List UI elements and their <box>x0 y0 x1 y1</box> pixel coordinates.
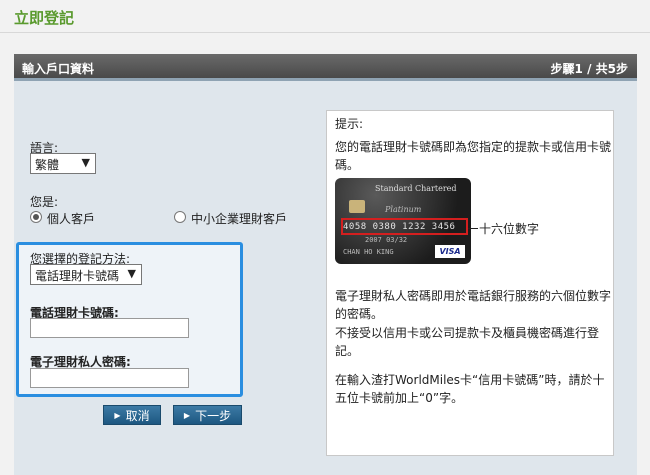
radio-sme-customer-label[interactable]: 中小企業理財客戶 <box>191 210 287 227</box>
card-chip-icon <box>349 200 365 213</box>
tip-not-accepted: 不接受以信用卡或公司提款卡及櫃員機密碼進行登記。 <box>335 326 600 358</box>
phone-card-input[interactable] <box>30 318 189 338</box>
radio-personal-customer-label[interactable]: 個人客戶 <box>47 210 95 227</box>
panel-title: 輸入戶口資料 <box>22 62 95 76</box>
dropdown-arrow-icon: ▼ <box>81 156 90 169</box>
pin-input[interactable] <box>30 368 189 388</box>
next-button[interactable]: ▶ 下一步 <box>173 405 242 425</box>
step-indicator: 步驟1 / 共5步 <box>550 62 628 76</box>
page-title: 立即登記 <box>14 9 75 27</box>
card-brand: Standard Chartered <box>375 184 457 193</box>
card-callout-label: 十六位數字 <box>479 222 540 236</box>
visa-logo: VISA <box>435 245 465 258</box>
tip-worldmiles: 在輸入渣打WorldMiles卡“信用卡號碼”時，請於十五位卡號前加上“0”字。 <box>335 373 605 405</box>
play-arrow-icon: ▶ <box>183 410 191 420</box>
customer-type-label: 您是: <box>30 195 59 209</box>
language-select[interactable]: 繁體 ▼ <box>30 153 96 174</box>
divider <box>0 32 650 33</box>
radio-sme-customer[interactable] <box>174 211 186 223</box>
card-holder: CHAN HO KING <box>343 248 394 256</box>
card-tier: Platinum <box>385 205 422 214</box>
next-button-label: 下一步 <box>195 408 232 423</box>
card-expiry: 2007 03/32 <box>365 236 408 244</box>
method-select-value: 電話理財卡號碼 <box>35 269 120 283</box>
play-arrow-icon: ▶ <box>114 410 121 420</box>
cancel-button[interactable]: ▶ 取消 <box>103 405 161 425</box>
panel-header: 輸入戶口資料 步驟1 / 共5步 <box>14 54 637 81</box>
cancel-button-label: 取消 <box>125 408 150 423</box>
language-select-value: 繁體 <box>35 158 60 172</box>
card-number-highlight <box>341 218 468 235</box>
tip-pin: 電子理財私人密碼即用於電話銀行服務的六個位數字的密碼。 <box>335 289 612 321</box>
tip-card-number: 您的電話理財卡號碼即為您指定的提款卡或信用卡號碼。 <box>335 140 612 172</box>
callout-line <box>468 228 478 229</box>
method-select[interactable]: 電話理財卡號碼 ▼ <box>30 264 142 285</box>
radio-personal-customer[interactable] <box>30 211 42 223</box>
tips-heading: 提示: <box>335 117 364 131</box>
dropdown-arrow-icon: ▼ <box>127 267 136 280</box>
